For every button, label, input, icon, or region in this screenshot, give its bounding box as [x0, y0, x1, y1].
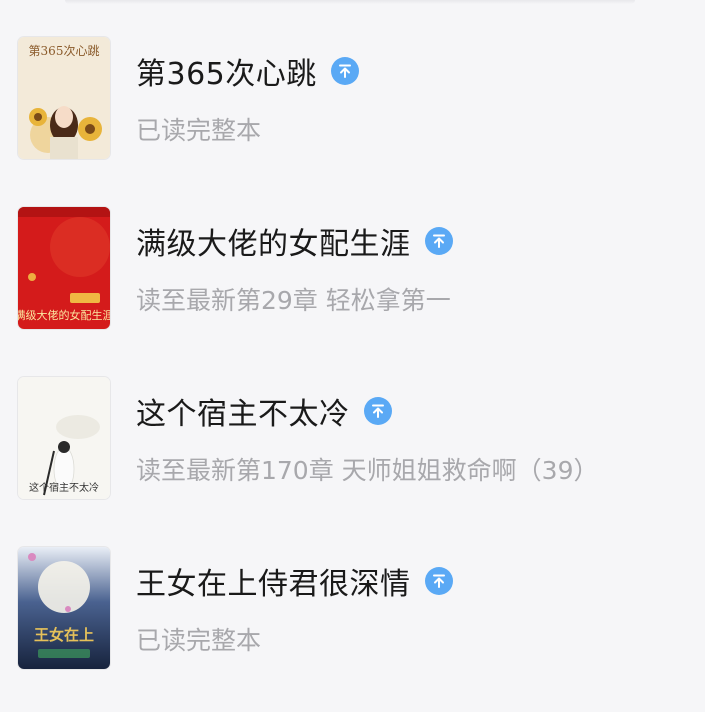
- book-title[interactable]: 第365次心跳: [136, 49, 317, 93]
- cover-title-text: 这个宿主不太冷: [29, 481, 99, 494]
- top-divider: [65, 0, 635, 4]
- cover-title-text: 满级大佬的女配生涯: [18, 308, 110, 322]
- book-title[interactable]: 王女在上侍君很深情: [136, 559, 411, 603]
- cover-title-text: 王女在上: [34, 626, 94, 644]
- book-cover-art: 满级大佬的女配生涯: [18, 207, 110, 329]
- book-list-item[interactable]: 王女在上 王女在上侍君很深情 已读完整本: [0, 547, 705, 671]
- reading-status: 读至最新第170章 天师姐姐救命啊（39）: [136, 456, 599, 485]
- book-cover[interactable]: 王女在上: [18, 547, 110, 669]
- reading-status: 读至最新第29章 轻松拿第一: [136, 286, 451, 315]
- book-cover-art: 这个宿主不太冷: [18, 377, 110, 499]
- book-cover[interactable]: 满级大佬的女配生涯: [18, 207, 110, 329]
- book-list-item[interactable]: 满级大佬的女配生涯 满级大佬的女配生涯 读至最新第29章 轻松拿第一: [0, 207, 705, 331]
- pin-top-icon[interactable]: [330, 57, 359, 85]
- book-list-item[interactable]: 第365次心跳 第365次心跳 已读完整本: [0, 37, 705, 161]
- book-list-item[interactable]: 这个宿主不太冷 这个宿主不太冷 读至最新第170章 天师姐姐救命啊（39）: [0, 377, 705, 501]
- book-cover-art: 王女在上: [18, 547, 110, 669]
- reading-status: 已读完整本: [136, 626, 262, 655]
- pin-top-icon[interactable]: [424, 567, 453, 595]
- reading-status: 已读完整本: [136, 116, 262, 145]
- book-title-row: 第365次心跳: [136, 49, 359, 93]
- book-title-row: 王女在上侍君很深情: [136, 559, 453, 603]
- book-cover[interactable]: 第365次心跳: [18, 37, 110, 159]
- book-title-row: 满级大佬的女配生涯: [136, 219, 453, 263]
- pin-top-icon[interactable]: [363, 397, 392, 425]
- book-title-row: 这个宿主不太冷: [136, 389, 392, 433]
- book-cover[interactable]: 这个宿主不太冷: [18, 377, 110, 499]
- cover-title-text: 第365次心跳: [29, 44, 100, 58]
- book-title[interactable]: 满级大佬的女配生涯: [136, 219, 411, 263]
- book-cover-art: 第365次心跳: [18, 37, 110, 159]
- book-title[interactable]: 这个宿主不太冷: [136, 389, 350, 433]
- pin-top-icon[interactable]: [424, 227, 453, 255]
